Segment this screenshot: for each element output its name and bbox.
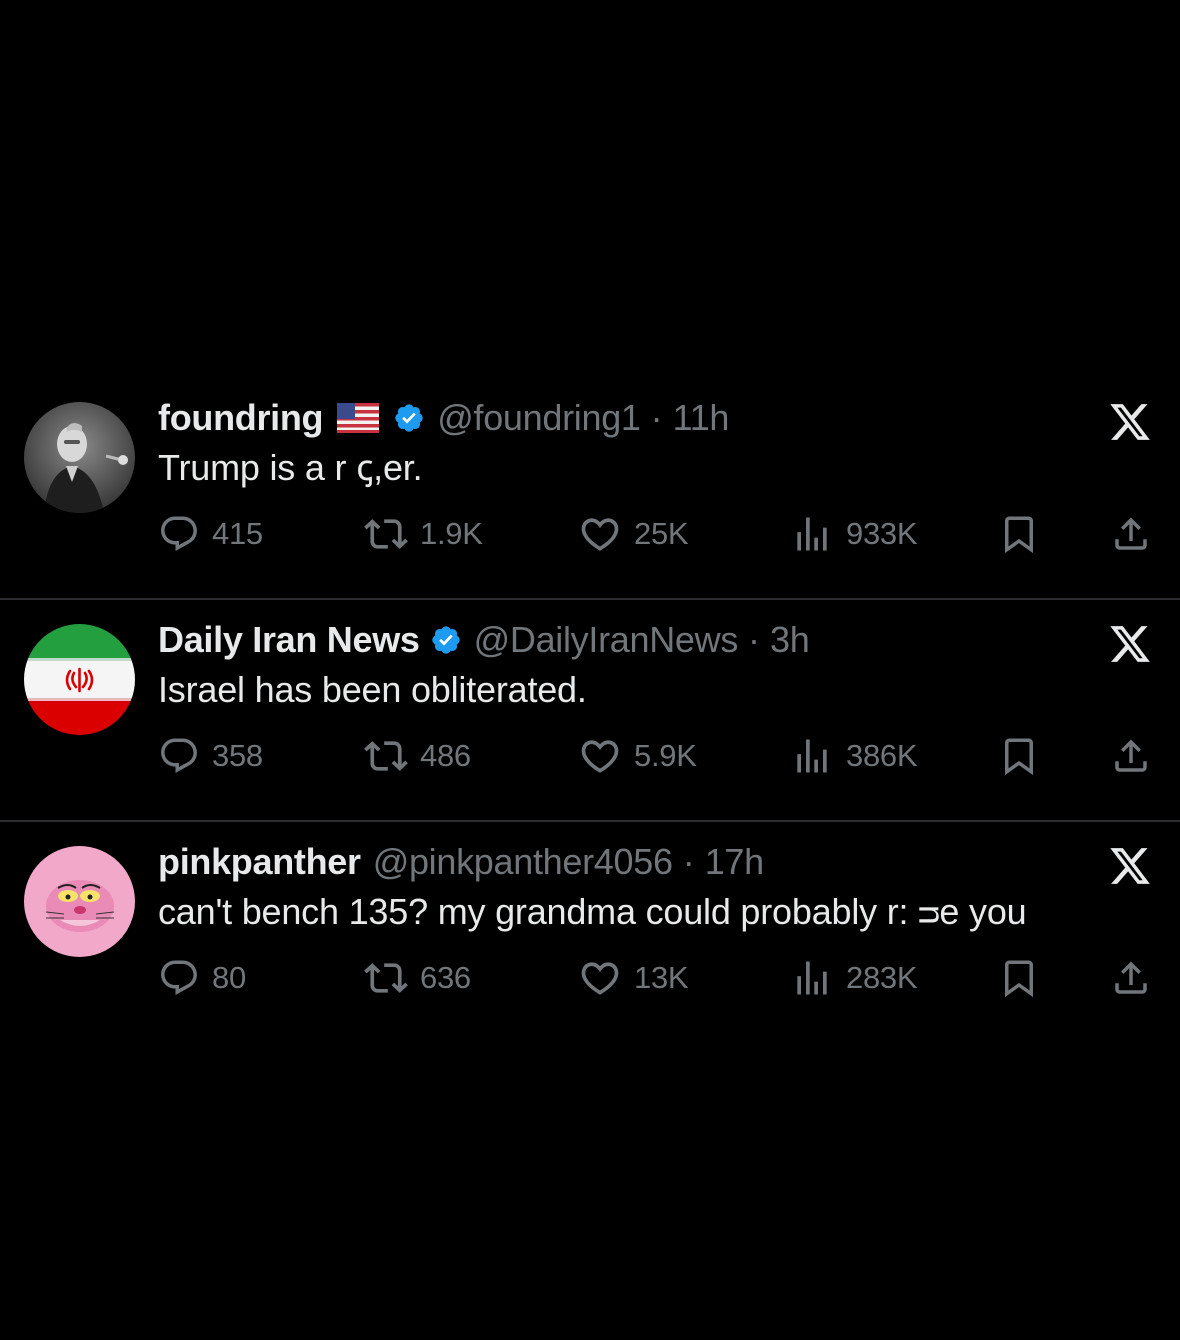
- repost-count: 486: [420, 738, 471, 773]
- separator-dot: ·: [682, 841, 695, 882]
- repost-count: 636: [420, 960, 471, 995]
- bookmark-button[interactable]: [998, 956, 1040, 1000]
- views-chart-icon: [797, 739, 827, 773]
- views-button[interactable]: 386K: [790, 734, 918, 778]
- tweet-text: Israel has been obliterated.: [158, 669, 587, 710]
- avatar[interactable]: [24, 402, 135, 513]
- repost-button[interactable]: 1.9K: [364, 512, 483, 556]
- avatar[interactable]: [24, 846, 135, 957]
- tweet-feed: foundring @foundring1 · 11h Trump is a r…: [0, 378, 1180, 1044]
- repost-icon: [364, 741, 408, 771]
- user-handle[interactable]: @foundring1: [437, 396, 641, 440]
- verified-badge-icon: [430, 624, 462, 656]
- verified-badge-icon: [393, 402, 425, 434]
- repost-icon: [364, 519, 408, 549]
- x-logo-icon[interactable]: [1108, 400, 1152, 444]
- bookmark-button[interactable]: [998, 512, 1040, 556]
- reply-count: 358: [212, 738, 263, 773]
- like-count: 25K: [634, 516, 689, 551]
- share-icon: [1115, 961, 1147, 994]
- heart-icon: [581, 962, 619, 995]
- tweet-text: can't bench 135? my grandma could probab…: [158, 891, 1027, 932]
- like-button[interactable]: 25K: [578, 512, 689, 556]
- reply-count: 415: [212, 516, 263, 551]
- timestamp[interactable]: 11h: [673, 396, 730, 440]
- pink-panther-avatar-icon: [24, 846, 135, 957]
- like-count: 5.9K: [634, 738, 697, 773]
- like-count: 13K: [634, 960, 689, 995]
- bookmark-icon: [1005, 516, 1033, 554]
- tweet-header: pinkpanther @pinkpanther4056 · 17h: [158, 840, 764, 884]
- reply-count: 80: [212, 960, 246, 995]
- reply-button[interactable]: 80: [158, 956, 246, 1000]
- repost-button[interactable]: 486: [364, 734, 471, 778]
- avatar[interactable]: [24, 624, 135, 735]
- views-chart-icon: [797, 517, 827, 551]
- x-logo-icon[interactable]: [1108, 622, 1152, 666]
- tweet-pinkpanther[interactable]: pinkpanther @pinkpanther4056 · 17h can't…: [0, 822, 1180, 1044]
- tweet-daily-iran-news[interactable]: Daily Iran News @DailyIranNews · 3h Isra…: [0, 600, 1180, 822]
- timestamp[interactable]: 17h: [705, 840, 764, 884]
- reply-button[interactable]: 358: [158, 734, 263, 778]
- x-logo-icon[interactable]: [1108, 844, 1152, 888]
- like-button[interactable]: 13K: [578, 956, 689, 1000]
- tweet-actions: 80 636 13K 283K: [158, 956, 1158, 1000]
- views-button[interactable]: 933K: [790, 512, 918, 556]
- share-button[interactable]: [1110, 512, 1152, 556]
- person-grayscale-avatar-icon: [24, 402, 135, 513]
- tweet-header: Daily Iran News @DailyIranNews · 3h: [158, 618, 810, 662]
- reply-button[interactable]: 415: [158, 512, 263, 556]
- views-count: 386K: [846, 738, 918, 773]
- repost-count: 1.9K: [420, 516, 483, 551]
- display-name[interactable]: pinkpanther: [158, 840, 361, 884]
- views-button[interactable]: 283K: [790, 956, 918, 1000]
- us-flag-icon: [337, 403, 380, 433]
- iran-flag-avatar-icon: [24, 624, 135, 735]
- user-handle[interactable]: @pinkpanther4056: [373, 840, 673, 884]
- bookmark-button[interactable]: [998, 734, 1040, 778]
- bookmark-icon: [1005, 738, 1033, 776]
- views-count: 933K: [846, 516, 918, 551]
- user-handle[interactable]: @DailyIranNews: [474, 618, 739, 662]
- views-chart-icon: [797, 961, 827, 995]
- tweet-foundring[interactable]: foundring @foundring1 · 11h Trump is a r…: [0, 378, 1180, 600]
- repost-icon: [364, 963, 408, 993]
- timestamp[interactable]: 3h: [770, 618, 810, 662]
- reply-icon: [161, 738, 197, 773]
- tweet-actions: 358 486 5.9K 386K: [158, 734, 1158, 778]
- separator-dot: ·: [748, 619, 761, 660]
- reply-icon: [161, 960, 197, 995]
- display-name[interactable]: Daily Iran News: [158, 618, 420, 662]
- share-button[interactable]: [1110, 956, 1152, 1000]
- like-button[interactable]: 5.9K: [578, 734, 697, 778]
- heart-icon: [581, 740, 619, 773]
- tweet-header: foundring @foundring1 · 11h: [158, 396, 729, 440]
- views-count: 283K: [846, 960, 918, 995]
- bookmark-icon: [1005, 960, 1033, 998]
- tweet-actions: 415 1.9K 25K 933K: [158, 512, 1158, 556]
- share-icon: [1115, 517, 1147, 550]
- display-name[interactable]: foundring: [158, 396, 324, 440]
- repost-button[interactable]: 636: [364, 956, 471, 1000]
- heart-icon: [581, 518, 619, 551]
- share-icon: [1115, 739, 1147, 772]
- share-button[interactable]: [1110, 734, 1152, 778]
- separator-dot: ·: [650, 397, 663, 438]
- tweet-text: Trump is a r ꞔ,er.: [158, 447, 423, 488]
- reply-icon: [161, 516, 197, 551]
